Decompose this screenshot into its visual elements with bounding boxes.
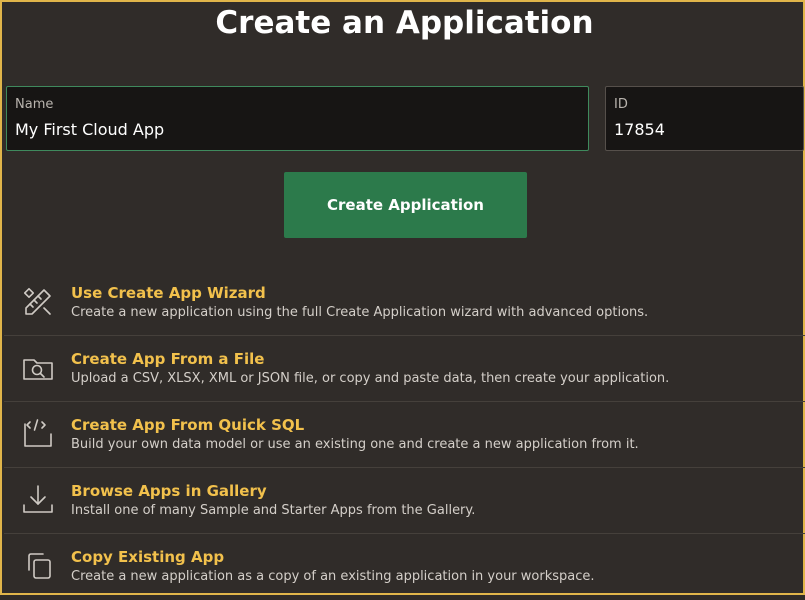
copy-icon xyxy=(20,548,56,584)
option-description: Upload a CSV, XLSX, XML or JSON file, or… xyxy=(71,371,670,386)
option-title: Use Create App Wizard xyxy=(71,284,266,302)
page-title: Create an Application xyxy=(215,5,594,41)
wizard-icon xyxy=(20,284,56,320)
name-field[interactable]: Name My First Cloud App xyxy=(6,86,589,151)
option-description: Install one of many Sample and Starter A… xyxy=(71,503,476,518)
code-icon xyxy=(20,416,56,452)
create-options-list: Use Create App Wizard Create a new appli… xyxy=(4,270,805,600)
name-field-value[interactable]: My First Cloud App xyxy=(15,120,164,139)
download-icon xyxy=(20,482,56,518)
name-field-label: Name xyxy=(15,97,54,112)
option-create-app-from-file[interactable]: Create App From a File Upload a CSV, XLS… xyxy=(4,336,805,402)
option-browse-apps-in-gallery[interactable]: Browse Apps in Gallery Install one of ma… xyxy=(4,468,805,534)
option-description: Create a new application using the full … xyxy=(71,305,649,320)
dialog-frame: Create an Application Name My First Clou… xyxy=(0,0,805,595)
id-field[interactable]: ID 17854 xyxy=(605,86,804,151)
id-field-value[interactable]: 17854 xyxy=(614,120,665,139)
option-description: Create a new application as a copy of an… xyxy=(71,569,595,584)
create-application-button[interactable]: Create Application xyxy=(284,172,527,238)
option-title: Create App From a File xyxy=(71,350,265,368)
option-create-app-from-quick-sql[interactable]: Create App From Quick SQL Build your own… xyxy=(4,402,805,468)
option-title: Create App From Quick SQL xyxy=(71,416,305,434)
option-description: Build your own data model or use an exis… xyxy=(71,437,639,452)
id-field-label: ID xyxy=(614,97,628,112)
option-title: Browse Apps in Gallery xyxy=(71,482,267,500)
option-create-app-wizard[interactable]: Use Create App Wizard Create a new appli… xyxy=(4,270,805,336)
option-copy-existing-app[interactable]: Copy Existing App Create a new applicati… xyxy=(4,534,805,600)
option-title: Copy Existing App xyxy=(71,548,225,566)
folder-search-icon xyxy=(20,350,56,386)
